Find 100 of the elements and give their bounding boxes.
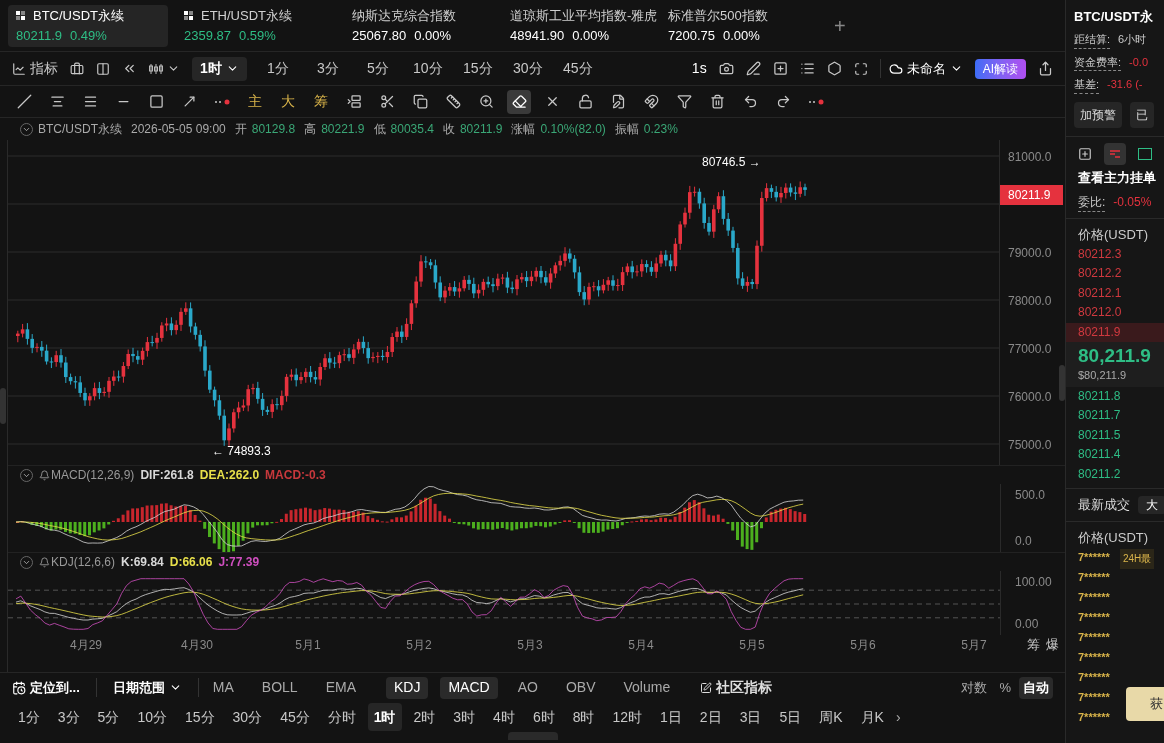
field-label: 开 [234, 121, 247, 138]
date-tick: 5月3 [516, 637, 544, 654]
date-tick: 5月6 [849, 637, 877, 654]
field-label: 振幅 [614, 121, 639, 138]
interval-tab[interactable]: 5日 [773, 703, 808, 731]
indicator-title: MACD(12,26,9) [51, 467, 135, 484]
interval-button[interactable]: 3分 [308, 58, 347, 79]
field-label: 高 [304, 121, 317, 138]
interval-tab[interactable]: 15分 [178, 703, 221, 731]
indicator-tool[interactable]: 大 [276, 89, 300, 114]
panel-button[interactable]: 加预警 [1074, 101, 1122, 128]
scale-button[interactable]: 自动 [1019, 676, 1053, 699]
ai-button[interactable]: AI解读 [974, 58, 1026, 79]
date-tick: 5月2 [405, 637, 433, 654]
date-tick: 4月29 [69, 637, 103, 654]
bid-price[interactable]: 80211.5 [1066, 425, 1164, 445]
interval-button[interactable]: 1分 [258, 58, 297, 79]
scale-button[interactable]: 对数 [957, 676, 992, 699]
interval-tab[interactable]: 2日 [693, 703, 728, 731]
interval-button[interactable]: 5分 [358, 58, 397, 79]
indicator-tab[interactable]: EMA [317, 676, 364, 699]
trade-price: 7****** [1078, 631, 1110, 643]
side-label[interactable]: 筹 [1027, 635, 1040, 655]
locate-button[interactable]: 定位到... [12, 677, 97, 698]
layout-name-dropdown[interactable]: 未命名 [879, 58, 963, 79]
ticker-change: 0.49% [70, 26, 107, 45]
ask-price[interactable]: 80212.0 [1066, 303, 1164, 323]
stat-label: 距结算: [1074, 31, 1111, 49]
ticker-tab[interactable]: BTC/USDT永续 80211.9 0.49% [8, 4, 168, 47]
ticker-tab[interactable]: 标准普尔500指数 7200.75 0.00% [660, 4, 810, 47]
indicator-tab[interactable]: MA [204, 676, 242, 699]
indicator-tab[interactable]: OBV [557, 676, 604, 699]
field-value: 80129.8 [251, 121, 296, 138]
interval-tab[interactable]: 8时 [566, 703, 601, 731]
interval-tab[interactable]: 3时 [447, 703, 482, 731]
ticker-tab[interactable]: ETH/USDT永续 2359.87 0.59% [176, 4, 336, 47]
interval-tab[interactable]: 3日 [733, 703, 768, 731]
interval-tab[interactable]: 1分 [12, 703, 46, 731]
tooltip: 24H最 [1120, 549, 1155, 569]
price-tick: 81000.0 [1008, 149, 1052, 166]
interval-tab[interactable]: 月K [854, 703, 890, 731]
interval-tab[interactable]: 5分 [91, 703, 126, 731]
interval-tab[interactable]: 2时 [407, 703, 442, 731]
indicator-tab[interactable]: MACD [440, 676, 498, 699]
indicator-tool[interactable]: 筹 [309, 89, 333, 114]
field-label: 涨幅 [511, 121, 536, 138]
date-range-dropdown[interactable]: 日期范围 [96, 677, 199, 698]
interval-tab[interactable]: 周K [813, 703, 849, 731]
interval-tab[interactable]: 分时 [321, 703, 362, 731]
scale-button[interactable]: % [995, 676, 1015, 699]
trades-filter[interactable]: 大 [1138, 495, 1164, 514]
indicator-value: K:69.84 [121, 554, 164, 571]
interval-tab[interactable]: 3分 [51, 703, 86, 731]
side-label[interactable]: 爆 [1046, 635, 1059, 655]
cta-button[interactable]: 获 [1126, 687, 1164, 721]
interval-button[interactable]: 30分 [508, 58, 547, 79]
ask-price[interactable]: 80212.1 [1066, 283, 1164, 303]
indicator-tool[interactable]: 主 [243, 89, 267, 114]
indicator-tab[interactable]: BOLL [253, 676, 306, 699]
field-value: 80221.9 [321, 121, 365, 138]
ticker-price: 25067.80 [352, 26, 407, 45]
bid-price[interactable]: 80211.7 [1066, 406, 1164, 426]
indicator-button[interactable]: 指标 [12, 58, 58, 79]
indicator-tick: 0.00 [1015, 616, 1040, 633]
trade-price: 7****** [1078, 691, 1110, 703]
column-header: 价格(USDT) [1078, 226, 1150, 244]
indicator-tab[interactable]: Volume [615, 676, 679, 699]
interval-tab[interactable]: 1时 [367, 703, 402, 731]
interval-button[interactable]: 15分 [458, 58, 497, 79]
ticker-tab[interactable]: 纳斯达克综合指数 25067.80 0.00% [344, 4, 494, 47]
bid-price[interactable]: 80211.2 [1066, 464, 1164, 484]
interval-tab[interactable]: 4时 [487, 703, 521, 731]
ask-price[interactable]: 80212.3 [1066, 244, 1164, 264]
interval-tab[interactable]: 30分 [226, 703, 269, 731]
community-indicators-button[interactable]: 社区指标 [700, 677, 773, 698]
speed-button[interactable]: 1s [691, 58, 707, 79]
interval-button[interactable]: 45分 [558, 58, 597, 79]
date-tick: 5月1 [294, 637, 322, 654]
ask-price[interactable]: 80212.2 [1066, 264, 1164, 284]
indicator-value: DEA:262.0 [199, 467, 260, 484]
bid-price[interactable]: 80211.4 [1066, 445, 1164, 465]
interval-button[interactable]: 10分 [408, 58, 447, 79]
add-tab-button[interactable]: + [834, 10, 846, 41]
interval-tab[interactable]: 6时 [526, 703, 561, 731]
field-value: 0.10%(82.0) [540, 121, 606, 138]
interval-tab[interactable]: 45分 [274, 703, 316, 731]
interval-dropdown[interactable]: 1时 [192, 56, 247, 81]
interval-tab[interactable]: 1日 [654, 703, 688, 731]
panel-button[interactable]: 已 [1130, 101, 1154, 128]
field-value: 0.23% [643, 121, 678, 138]
stat-value: -0.0 [1129, 54, 1149, 70]
interval-tab[interactable]: 10分 [131, 703, 173, 731]
indicator-tab[interactable]: KDJ [386, 676, 429, 699]
ticker-change: 0.00% [414, 26, 452, 45]
bid-price[interactable]: 80211.8 [1066, 386, 1164, 406]
current-price-tag: 80211.9 [1000, 185, 1063, 205]
trade-price: 7****** [1078, 551, 1110, 563]
more-intervals-button[interactable]: › [895, 706, 901, 728]
indicator-tab[interactable]: AO [509, 676, 546, 699]
interval-tab[interactable]: 12时 [606, 703, 649, 731]
